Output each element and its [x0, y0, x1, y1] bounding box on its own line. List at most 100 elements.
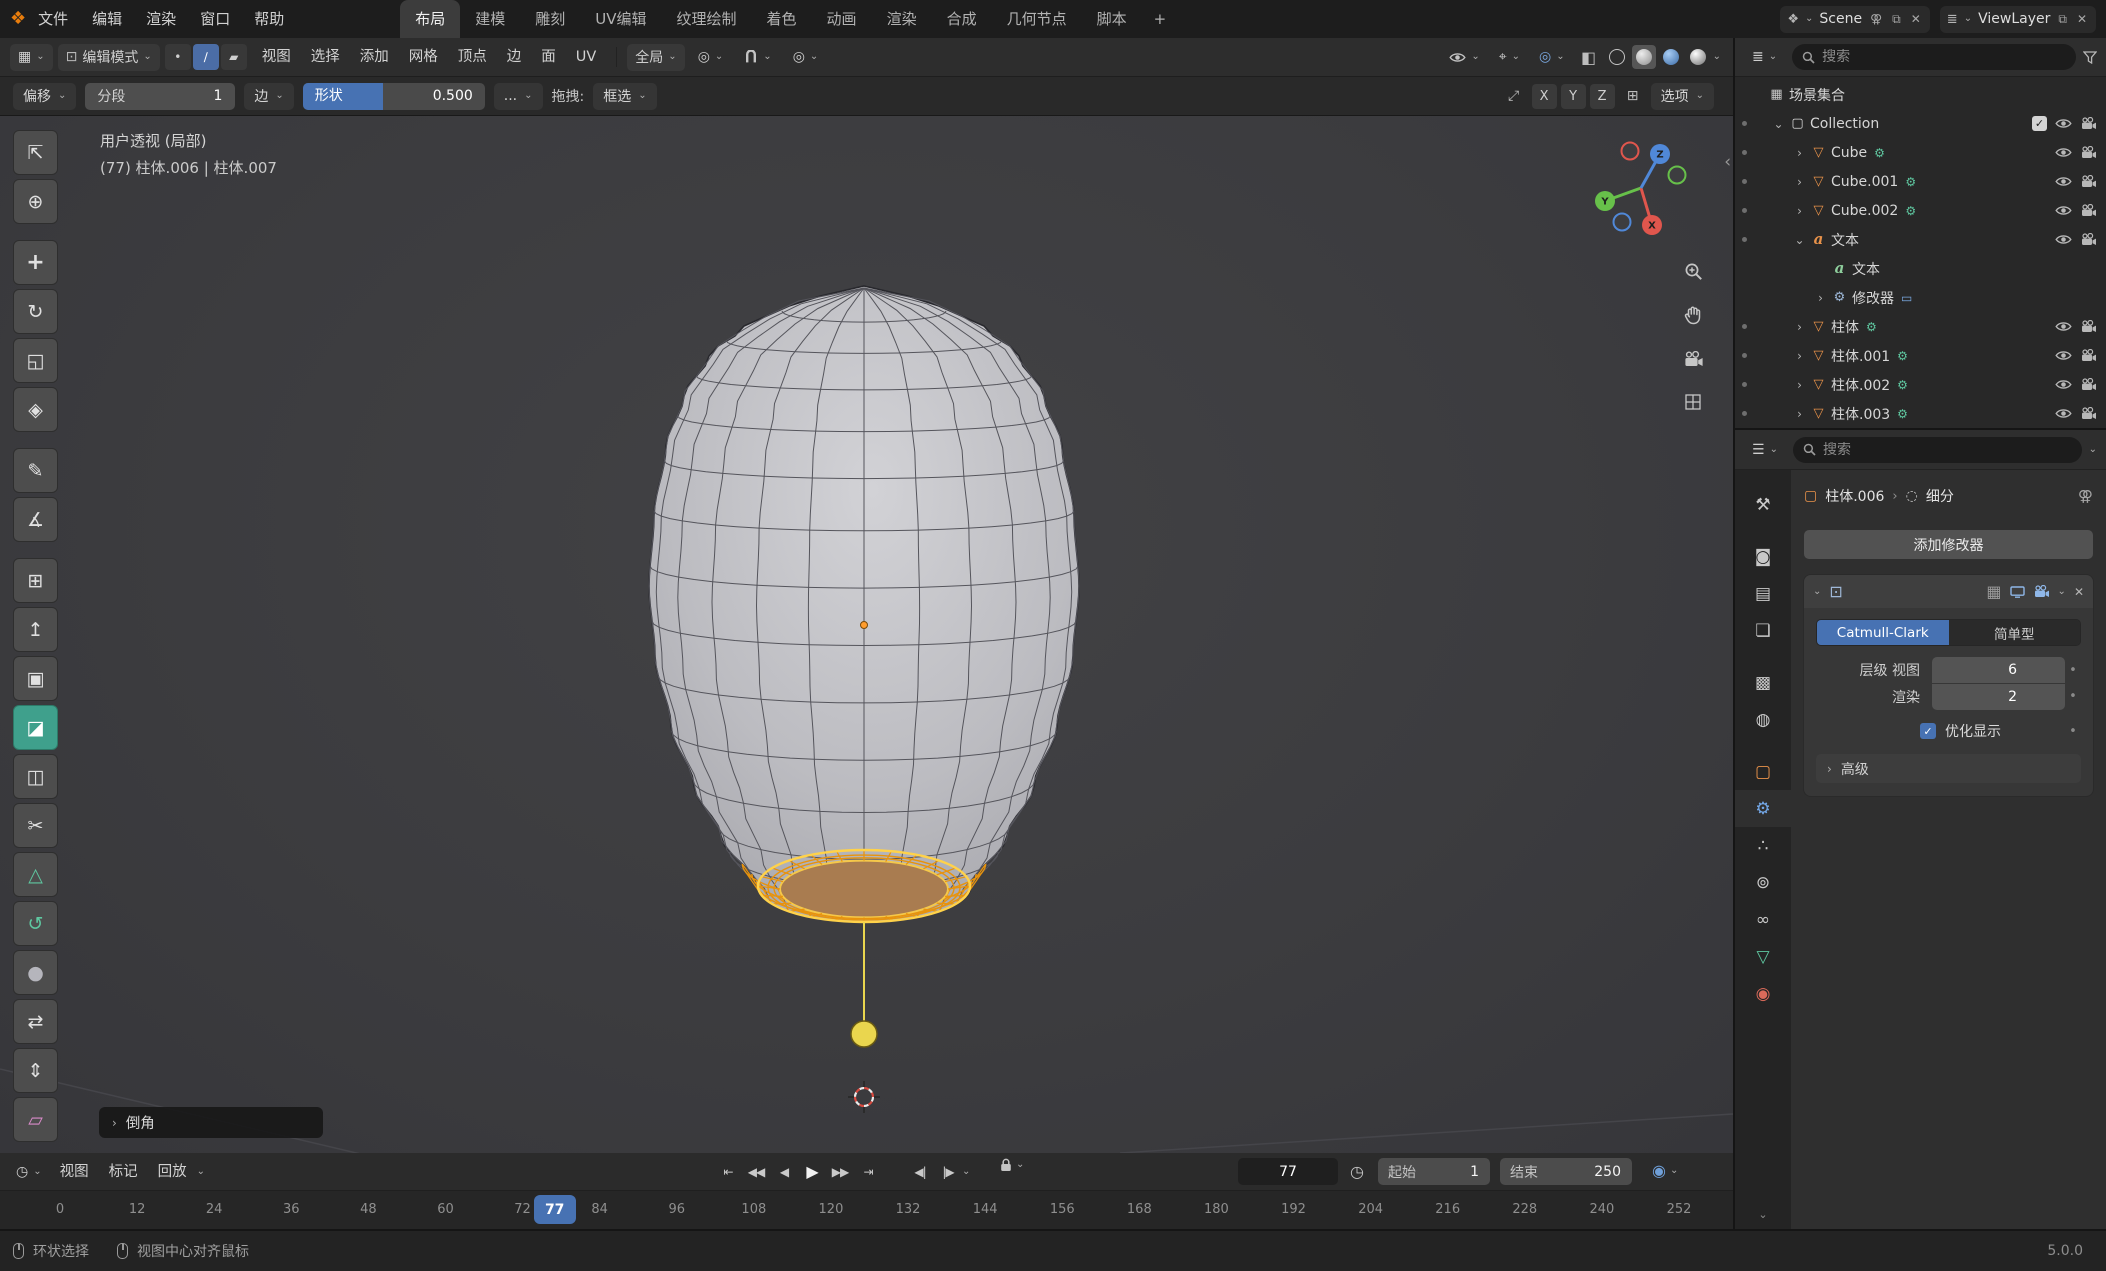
- properties-tab-material[interactable]: ◉: [1735, 975, 1791, 1012]
- next-frame-button[interactable]: |▶: [934, 1158, 962, 1185]
- eye-icon[interactable]: [2055, 118, 2072, 129]
- axis-toggle-x[interactable]: X: [1532, 84, 1557, 109]
- camera-icon[interactable]: [2080, 349, 2097, 362]
- viewport-menu-item[interactable]: 边: [497, 38, 532, 77]
- tool-loop-cut-button[interactable]: ◫: [13, 754, 58, 799]
- collection-checkbox[interactable]: ✓: [2032, 116, 2047, 131]
- shape-slider[interactable]: 形状 0.500: [303, 83, 485, 110]
- eye-icon[interactable]: [2055, 408, 2072, 419]
- affect-dropdown[interactable]: 边 ⌄: [244, 83, 293, 110]
- workspace-tab[interactable]: 布局: [400, 0, 460, 38]
- tool-shear-button[interactable]: ▱: [13, 1097, 58, 1142]
- delete-modifier-icon[interactable]: ✕: [2074, 585, 2084, 599]
- transform-orientation-dropdown[interactable]: 全局 ⌄: [627, 44, 684, 71]
- properties-tab-modifiers[interactable]: ⚙: [1735, 790, 1791, 827]
- tool-rotate-button[interactable]: ↻: [13, 289, 58, 334]
- expand-chevron-icon[interactable]: ›: [1791, 407, 1808, 421]
- jump-to-start-button[interactable]: ⇤: [714, 1158, 742, 1185]
- xray-toggle[interactable]: ◧: [1576, 44, 1602, 70]
- prev-keyframe-button[interactable]: ◀◀: [742, 1158, 770, 1185]
- tool-poly-build-button[interactable]: △: [13, 852, 58, 897]
- next-keyframe-button[interactable]: ▶▶: [826, 1158, 854, 1185]
- workspace-tab[interactable]: UV编辑: [580, 0, 661, 38]
- outliner-row[interactable]: ›▽柱体.003⚙: [1735, 399, 2106, 428]
- shading-wireframe-button[interactable]: [1605, 45, 1629, 69]
- properties-tab-world[interactable]: ◍: [1735, 701, 1791, 738]
- properties-tab-view-layer[interactable]: ❏: [1735, 612, 1791, 649]
- properties-search-input[interactable]: [1823, 442, 2072, 458]
- options-dropdown[interactable]: 选项 ⌄: [1651, 83, 1714, 110]
- expand-chevron-icon[interactable]: ›: [1791, 320, 1808, 334]
- filter-icon[interactable]: [2083, 51, 2097, 64]
- expand-chevron-icon[interactable]: ›: [1791, 175, 1808, 189]
- camera-icon[interactable]: [2080, 117, 2097, 130]
- outliner-row[interactable]: ›▽柱体.001⚙: [1735, 341, 2106, 370]
- app-menu-item[interactable]: 窗口: [188, 0, 242, 38]
- levels-field[interactable]: 2: [1932, 684, 2065, 710]
- animate-dot-icon[interactable]: •: [2065, 724, 2081, 739]
- viewport-menu-item[interactable]: 网格: [399, 38, 448, 77]
- orthographic-toggle-button[interactable]: [1678, 387, 1708, 417]
- properties-tab-particles[interactable]: ∴: [1735, 827, 1791, 864]
- tool-select-box-button[interactable]: ⇱: [13, 130, 58, 175]
- operator-redo-panel[interactable]: › 倒角: [99, 1107, 323, 1138]
- camera-icon[interactable]: [2080, 378, 2097, 391]
- properties-tab-object-data[interactable]: ▽: [1735, 938, 1791, 975]
- viewport-menu-item[interactable]: 顶点: [448, 38, 497, 77]
- edge-select-button[interactable]: ∕: [193, 44, 219, 70]
- new-scene-icon[interactable]: ⧉: [1890, 12, 1903, 27]
- navigation-gizmo[interactable]: YXZ: [1586, 133, 1696, 243]
- select-through-icon[interactable]: ⤢: [1501, 83, 1527, 109]
- panel-expand-chevron-icon[interactable]: ⌄: [1813, 587, 1821, 597]
- app-menu-item[interactable]: 编辑: [80, 0, 134, 38]
- outliner-search-input[interactable]: [1822, 49, 2066, 65]
- tool-shrink-fatten-button[interactable]: ⇕: [13, 1048, 58, 1093]
- outliner-search[interactable]: [1792, 44, 2076, 70]
- expand-chevron-icon[interactable]: ›: [1812, 291, 1829, 305]
- timeline-sync-group[interactable]: ◉ ⌄: [1652, 1161, 1678, 1180]
- outliner-row[interactable]: ›⚙修改器▭: [1735, 283, 2106, 312]
- properties-editor-type-button[interactable]: ☰ ⌄: [1744, 436, 1786, 463]
- advanced-subpanel-header[interactable]: › 高级: [1816, 754, 2081, 783]
- breadcrumb-datablock[interactable]: 细分: [1926, 486, 1954, 506]
- new-viewlayer-icon[interactable]: ⧉: [2056, 12, 2069, 27]
- playhead[interactable]: 77: [534, 1195, 576, 1224]
- viewport-menu-item[interactable]: 面: [531, 38, 566, 77]
- properties-tab-output[interactable]: ▤: [1735, 575, 1791, 612]
- play-button[interactable]: ▶: [798, 1158, 826, 1185]
- bevel-offset-dropdown[interactable]: 偏移 ⌄: [13, 83, 76, 110]
- mode-dropdown[interactable]: ⊡ 编辑模式 ⌄: [58, 44, 160, 71]
- tool-scale-button[interactable]: ◱: [13, 338, 58, 383]
- viewport-menu-item[interactable]: 视图: [252, 38, 301, 77]
- shading-options-chevron-icon[interactable]: ⌄: [1713, 52, 1721, 62]
- outliner-row[interactable]: ›▽柱体.002⚙: [1735, 370, 2106, 399]
- shading-solid-button[interactable]: [1632, 45, 1656, 69]
- expand-chevron-icon[interactable]: ›: [1791, 349, 1808, 363]
- levels-field[interactable]: 6: [1932, 657, 2065, 683]
- eye-icon[interactable]: [2055, 176, 2072, 187]
- outliner-row[interactable]: ›▽柱体⚙: [1735, 312, 2106, 341]
- timeline-menu-item[interactable]: 标记: [99, 1153, 148, 1191]
- properties-tab-tool[interactable]: ⚒: [1735, 486, 1791, 523]
- workspace-tab[interactable]: 动画: [812, 0, 872, 38]
- overlays-dropdown[interactable]: ◎ ⌄: [1531, 44, 1573, 71]
- properties-tab-object[interactable]: ▢: [1735, 753, 1791, 790]
- axis-toggle-y[interactable]: Y: [1561, 84, 1586, 109]
- modifier-extras-chevron-icon[interactable]: ⌄: [2058, 587, 2066, 597]
- properties-tab-render[interactable]: ◙: [1735, 538, 1791, 575]
- display-editmode-icon[interactable]: ▦: [1986, 582, 2001, 601]
- tool-annotate-button[interactable]: ✎: [13, 448, 58, 493]
- scene-selector[interactable]: ❖ ⌄ Scene ⚢ ⧉ ✕: [1780, 6, 1929, 33]
- collapse-chevron-icon[interactable]: ⌄: [1791, 233, 1808, 247]
- shading-material-button[interactable]: [1659, 45, 1683, 69]
- tool-move-button[interactable]: +: [13, 240, 58, 285]
- outliner-row[interactable]: a文本: [1735, 254, 2106, 283]
- pivot-point-dropdown[interactable]: ◎ ⌄: [690, 44, 732, 71]
- app-menu-item[interactable]: 帮助: [242, 0, 296, 38]
- tool-extrude-region-button[interactable]: ↥: [13, 607, 58, 652]
- transform-extras-icon[interactable]: ⊞: [1620, 83, 1646, 109]
- drag-mode-dropdown[interactable]: 框选 ⌄: [593, 83, 656, 110]
- workspace-tab[interactable]: 纹理绘制: [662, 0, 752, 38]
- outliner-row[interactable]: ›▽Cube.002⚙: [1735, 196, 2106, 225]
- pan-button[interactable]: [1678, 300, 1708, 330]
